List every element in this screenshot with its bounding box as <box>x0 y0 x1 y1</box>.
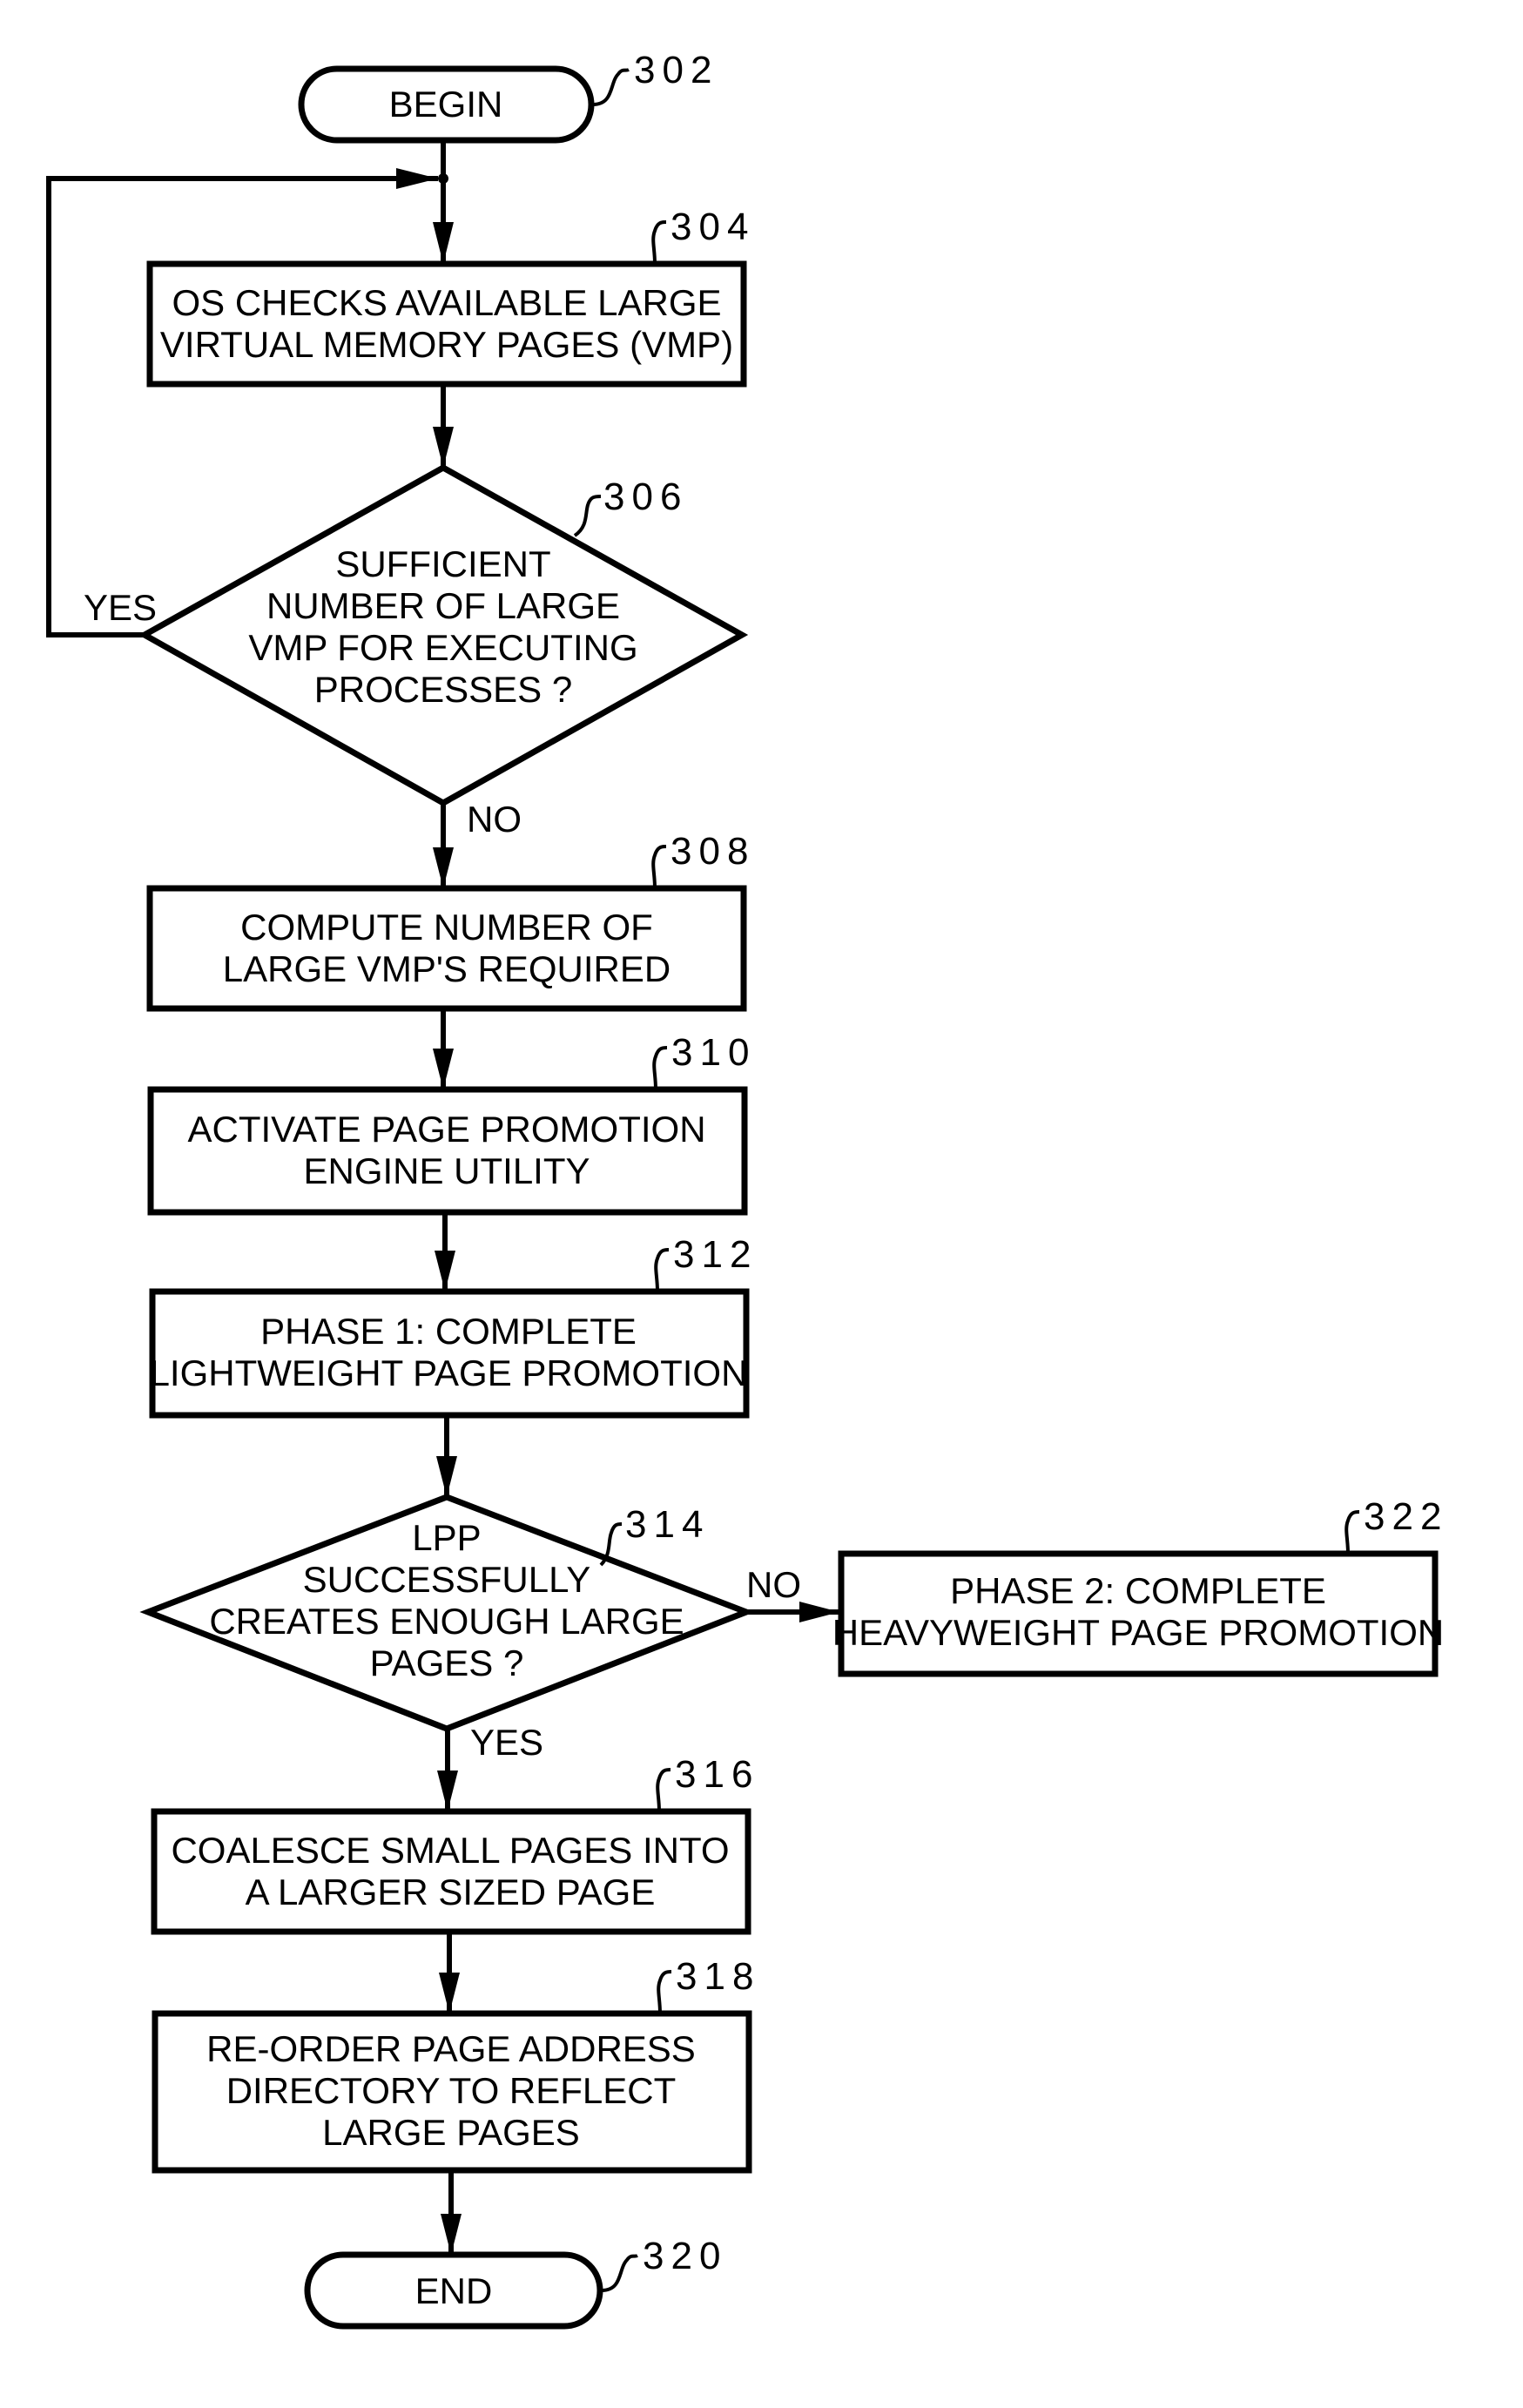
ref-leader <box>1344 1510 1360 1555</box>
node-begin: BEGIN 302 <box>298 49 718 144</box>
arrowhead <box>439 1973 460 2013</box>
ref-number: 316 <box>675 1753 759 1796</box>
node-text: LIGHTWEIGHT PAGE PROMOTION <box>150 1352 748 1393</box>
arrowhead <box>437 1771 458 1811</box>
node-text: PHASE 1: COMPLETE <box>260 1311 637 1352</box>
ref-leader <box>651 845 667 889</box>
node-activate: ACTIVATE PAGE PROMOTION ENGINE UTILITY 3… <box>147 1031 756 1216</box>
ref-number: 314 <box>625 1503 710 1546</box>
ref-leader <box>654 1248 670 1292</box>
ref-number: 320 <box>643 2235 727 2277</box>
ref-number: 304 <box>671 206 755 248</box>
node-text: ENGINE UTILITY <box>303 1150 590 1191</box>
ref-leader <box>656 1768 671 1812</box>
arrowhead <box>396 168 438 189</box>
node-phase2: PHASE 2: COMPLETE HEAVYWEIGHT PAGE PROMO… <box>832 1495 1448 1677</box>
ref-number: 318 <box>676 1955 760 1998</box>
ref-number: 322 <box>1364 1495 1448 1538</box>
node-text: VIRTUAL MEMORY PAGES (VMP) <box>160 324 733 365</box>
ref-leader <box>657 1970 672 2014</box>
node-text: OS CHECKS AVAILABLE LARGE <box>172 282 721 323</box>
label-no-314: NO <box>746 1564 801 1605</box>
node-text: A LARGER SIZED PAGE <box>246 1872 656 1912</box>
node-text: RE-ORDER PAGE ADDRESS <box>206 2028 696 2069</box>
label-yes-314: YES <box>470 1722 543 1763</box>
label-yes-306: YES <box>84 587 157 628</box>
ref-leader <box>592 68 630 106</box>
node-text: PAGES ? <box>370 1642 524 1683</box>
ref-leader <box>601 2254 638 2292</box>
ref-number: 310 <box>671 1031 756 1074</box>
arrowhead <box>436 1456 457 1497</box>
node-text: VMP FOR EXECUTING <box>248 627 637 668</box>
ref-leader <box>573 495 602 537</box>
junction-dot <box>438 173 448 184</box>
node-reorder: RE-ORDER PAGE ADDRESS DIRECTORY TO REFLE… <box>152 1955 760 2174</box>
node-end: END 320 <box>304 2235 727 2330</box>
arrowhead <box>433 847 454 888</box>
arrowhead <box>435 1251 455 1292</box>
ref-number: 308 <box>671 830 755 873</box>
node-compute: COMPUTE NUMBER OF LARGE VMP'S REQUIRED 3… <box>146 830 755 1012</box>
ref-leader <box>652 1046 668 1090</box>
arrowhead <box>433 1049 454 1089</box>
node-text: PROCESSES ? <box>314 669 572 710</box>
node-phase1: PHASE 1: COMPLETE LIGHTWEIGHT PAGE PROMO… <box>149 1233 758 1419</box>
node-text: COMPUTE NUMBER OF <box>240 907 653 948</box>
node-text: LARGE PAGES <box>322 2112 580 2153</box>
node-lpp: LPP SUCCESSFULLY CREATES ENOUGH LARGE PA… <box>139 1494 755 1732</box>
node-text: CREATES ENOUGH LARGE <box>209 1601 684 1642</box>
node-text: LARGE VMP'S REQUIRED <box>223 948 671 989</box>
flowchart: YES NO NO YES BEGIN 302 OS CHECKS AVAILA… <box>46 49 1448 2330</box>
node-text: COALESCE SMALL PAGES INTO <box>171 1830 729 1871</box>
node-text: LPP <box>412 1517 481 1558</box>
arrowhead <box>441 2214 462 2255</box>
node-check: OS CHECKS AVAILABLE LARGE VIRTUAL MEMORY… <box>146 206 755 388</box>
node-sufficient: SUFFICIENT NUMBER OF LARGE VMP FOR EXECU… <box>138 463 749 807</box>
ref-number: 306 <box>603 476 688 518</box>
ref-number: 312 <box>673 1233 758 1276</box>
node-text: PHASE 2: COMPLETE <box>950 1570 1326 1611</box>
ref-number: 302 <box>634 49 718 91</box>
node-text: DIRECTORY TO REFLECT <box>226 2070 677 2111</box>
node-text: BEGIN <box>389 84 503 125</box>
node-coalesce: COALESCE SMALL PAGES INTO A LARGER SIZED… <box>151 1753 759 1935</box>
label-no-306: NO <box>467 799 522 840</box>
arrowhead <box>433 222 454 264</box>
node-text: SUCCESSFULLY <box>303 1559 591 1600</box>
node-text: END <box>415 2270 493 2311</box>
node-text: NUMBER OF LARGE <box>266 585 620 626</box>
node-text: ACTIVATE PAGE PROMOTION <box>187 1109 705 1150</box>
node-text: HEAVYWEIGHT PAGE PROMOTION <box>832 1612 1444 1653</box>
ref-leader <box>651 220 667 265</box>
node-text: SUFFICIENT <box>335 543 550 584</box>
arrowhead <box>433 427 454 468</box>
